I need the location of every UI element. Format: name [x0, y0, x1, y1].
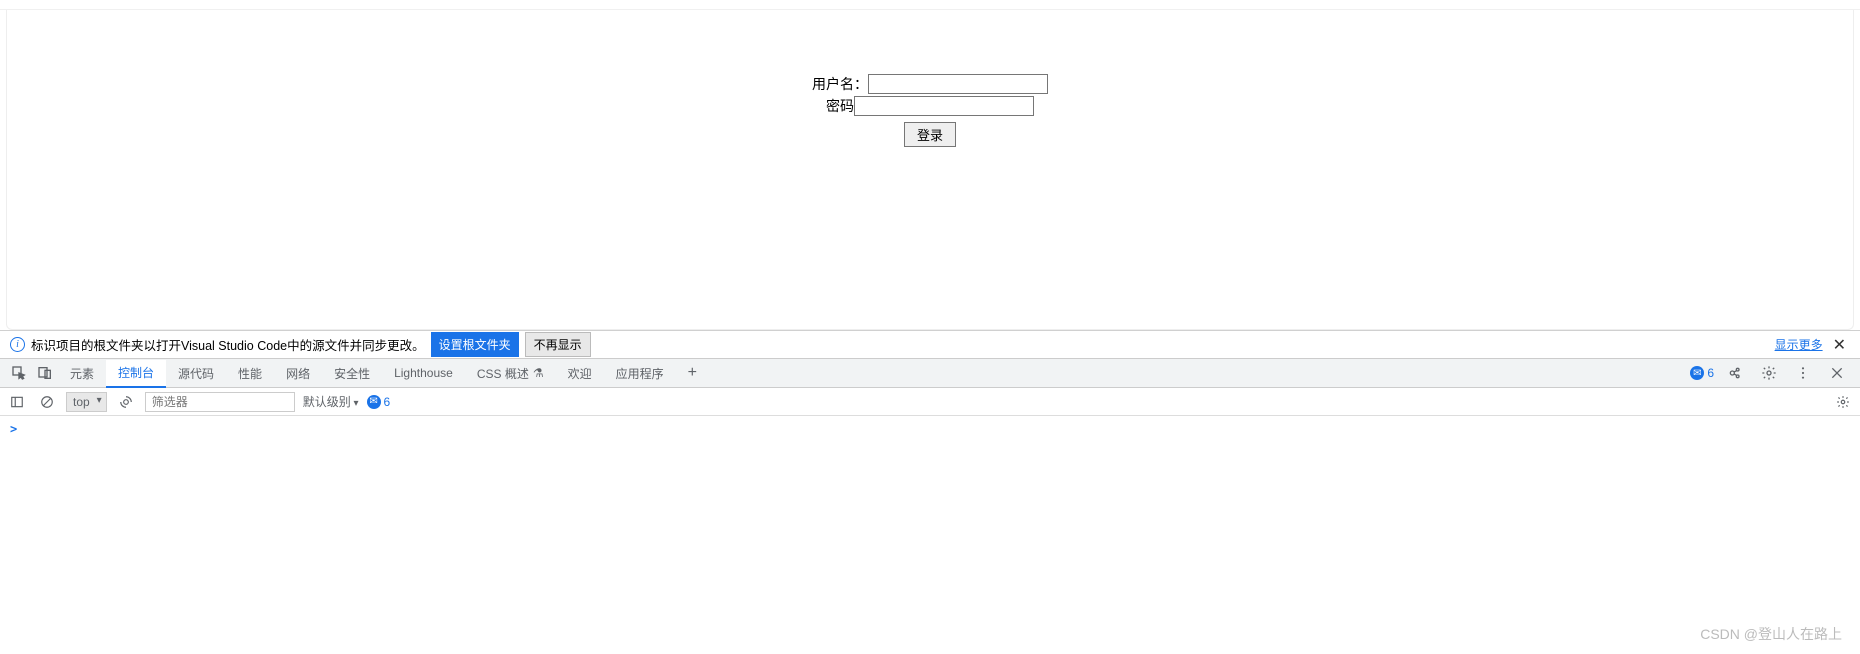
context-selector[interactable]: top — [66, 392, 107, 412]
console-body[interactable]: > — [0, 416, 1860, 654]
watermark: CSDN @登山人在路上 — [1700, 624, 1842, 644]
password-label: 密码 — [826, 96, 854, 116]
tab-network[interactable]: 网络 — [274, 359, 322, 387]
tab-css-overview-label: CSS 概述 — [477, 365, 529, 382]
device-toggle-icon[interactable] — [32, 360, 58, 386]
browser-chrome — [0, 0, 1860, 10]
tab-elements[interactable]: 元素 — [58, 359, 106, 387]
issues-count: 6 — [1707, 366, 1714, 380]
add-tab-button[interactable]: + — [676, 364, 709, 382]
set-root-folder-button[interactable]: 设置根文件夹 — [431, 332, 519, 357]
close-icon[interactable]: ✕ — [1829, 335, 1850, 355]
console-issues-count: 6 — [384, 395, 391, 409]
username-input[interactable] — [868, 74, 1048, 94]
tab-lighthouse[interactable]: Lighthouse — [382, 359, 465, 387]
info-icon: i — [10, 337, 25, 352]
login-form: 用户名： 密码 登录 — [750, 74, 1110, 147]
tab-security[interactable]: 安全性 — [322, 359, 382, 387]
devtools-tab-bar: 元素 控制台 源代码 性能 网络 安全性 Lighthouse CSS 概述 ⚗… — [0, 358, 1860, 388]
console-settings-icon[interactable] — [1832, 391, 1854, 413]
tab-console[interactable]: 控制台 — [106, 360, 166, 388]
tab-sources[interactable]: 源代码 — [166, 359, 226, 387]
chat-icon: ✉ — [367, 395, 381, 409]
workspace-info-bar: i 标识项目的根文件夹以打开Visual Studio Code中的源文件并同步… — [0, 330, 1860, 358]
tab-welcome[interactable]: 欢迎 — [556, 359, 604, 387]
password-row: 密码 — [750, 96, 1110, 116]
toggle-sidebar-icon[interactable] — [6, 391, 28, 413]
more-icon[interactable] — [1790, 360, 1816, 386]
chat-icon: ✉ — [1690, 366, 1704, 380]
tab-application[interactable]: 应用程序 — [604, 359, 676, 387]
issues-badge[interactable]: ✉ 6 — [1690, 366, 1714, 380]
page-content: 用户名： 密码 登录 — [6, 10, 1854, 330]
live-expression-icon[interactable] — [115, 391, 137, 413]
info-message: 标识项目的根文件夹以打开Visual Studio Code中的源文件并同步更改… — [31, 335, 425, 354]
filter-input[interactable] — [145, 392, 295, 412]
console-issues-badge[interactable]: ✉ 6 — [367, 395, 391, 409]
log-level-selector[interactable]: 默认级别 — [303, 393, 359, 410]
password-input[interactable] — [854, 96, 1034, 116]
flask-icon: ⚗ — [533, 366, 544, 380]
inspect-element-icon[interactable] — [6, 360, 32, 386]
settings-icon[interactable] — [1756, 360, 1782, 386]
username-row: 用户名： — [750, 74, 1110, 94]
clear-console-icon[interactable] — [36, 391, 58, 413]
console-prompt: > — [10, 422, 17, 436]
tab-performance[interactable]: 性能 — [226, 359, 274, 387]
login-button[interactable]: 登录 — [904, 122, 956, 147]
show-more-link[interactable]: 显示更多 — [1775, 336, 1823, 353]
close-devtools-icon[interactable] — [1824, 360, 1850, 386]
username-label: 用户名： — [812, 74, 868, 94]
whats-new-icon[interactable] — [1722, 360, 1748, 386]
console-toolbar: top 默认级别 ✉ 6 — [0, 388, 1860, 416]
dismiss-button[interactable]: 不再显示 — [525, 332, 591, 357]
tab-css-overview[interactable]: CSS 概述 ⚗ — [465, 359, 556, 387]
